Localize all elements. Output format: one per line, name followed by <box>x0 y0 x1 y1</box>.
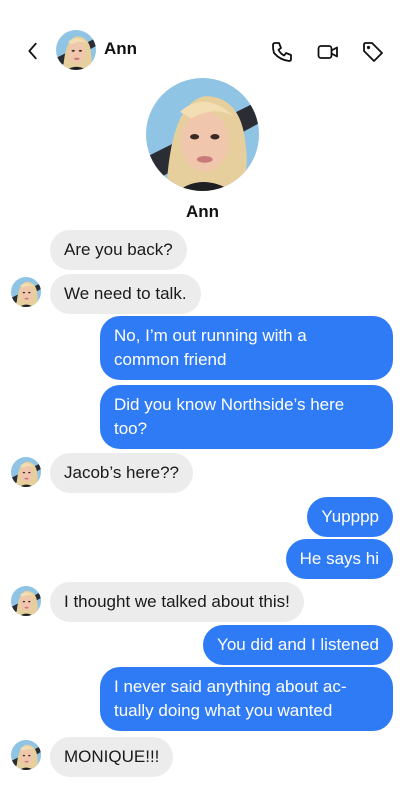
message-line: common friend <box>114 350 227 369</box>
message-line: too? <box>114 419 148 438</box>
sender-avatar <box>11 457 41 487</box>
tag-icon[interactable] <box>361 40 385 64</box>
message-incoming[interactable]: We need to talk. <box>50 274 201 314</box>
message-incoming[interactable]: MONIQUE!!! <box>50 737 174 777</box>
message-incoming[interactable]: Jacob’s here?? <box>50 453 193 493</box>
message-outgoing[interactable]: I never said anything about ac- tually d… <box>100 667 393 731</box>
message-outgoing[interactable]: You did and I listened <box>203 625 393 665</box>
message-line: I never said anything about ac- <box>114 677 347 696</box>
message-outgoing[interactable]: Did you know Northside’s here too? <box>100 385 393 449</box>
sender-avatar <box>11 277 41 307</box>
message-outgoing[interactable]: Yupppp <box>307 497 393 537</box>
back-chevron-icon[interactable] <box>22 40 44 62</box>
contact-name[interactable]: Ann <box>104 39 137 59</box>
profile-name: Ann <box>185 202 220 221</box>
sender-avatar <box>11 586 41 616</box>
video-icon[interactable] <box>316 40 340 64</box>
sender-avatar <box>11 740 41 770</box>
chat-header: Ann <box>0 28 405 72</box>
message-line: No, I’m out running with a <box>114 326 307 345</box>
message-line: tually doing what you wanted <box>114 701 333 720</box>
profile-avatar[interactable] <box>146 78 259 191</box>
message-line: Did you know Northside’s here <box>114 395 345 414</box>
contact-avatar[interactable] <box>56 30 96 70</box>
message-outgoing[interactable]: No, I’m out running with a common friend <box>100 316 393 380</box>
message-incoming[interactable]: Are you back? <box>50 230 187 270</box>
phone-icon[interactable] <box>270 40 294 64</box>
message-outgoing[interactable]: He says hi <box>285 539 393 579</box>
message-incoming[interactable]: I thought we talked about this! <box>50 582 304 622</box>
